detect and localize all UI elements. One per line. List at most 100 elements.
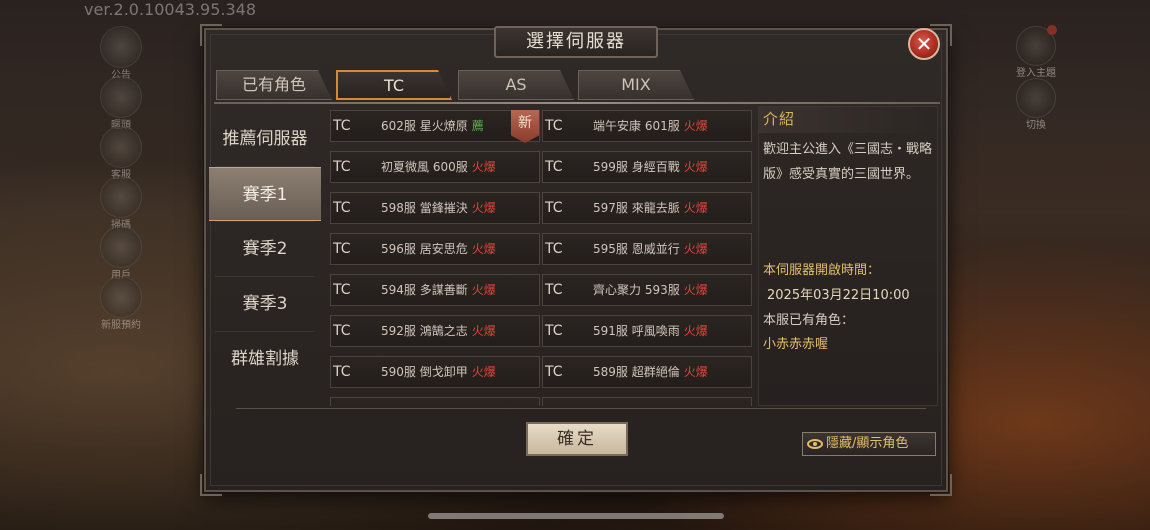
server-status-tag: 火爆 bbox=[683, 242, 708, 256]
server-status-tag: 火爆 bbox=[683, 119, 708, 133]
dialog-title: 選擇伺服器 bbox=[494, 26, 658, 58]
server-name-wrap: 590服 倒戈卸甲 火爆 bbox=[381, 357, 496, 387]
server-region: TC bbox=[333, 200, 351, 216]
category-item[interactable]: 推薦伺服器 bbox=[209, 112, 321, 166]
server-item[interactable]: TC 594服 多謀善斷 火爆 bbox=[330, 274, 540, 306]
server-status-tag: 火爆 bbox=[683, 324, 708, 338]
toggle-role-button[interactable]: 隱藏/顯示角色 bbox=[802, 432, 936, 456]
server-name: 594服 多謀善斷 bbox=[381, 283, 468, 297]
server-name: 595服 恩威並行 bbox=[593, 242, 680, 256]
profile-icon[interactable]: 暱頭 bbox=[100, 76, 142, 131]
service-icon[interactable]: 客服 bbox=[100, 126, 142, 181]
theme-icon[interactable]: 登入主題 bbox=[1016, 25, 1057, 79]
server-status-tag: 火爆 bbox=[683, 201, 708, 215]
server-item[interactable]: TC 596服 居安思危 火爆 bbox=[330, 233, 540, 265]
server-item[interactable]: TC 598服 當鋒摧決 火爆 bbox=[330, 192, 540, 224]
server-region: TC bbox=[333, 282, 351, 298]
confirm-button[interactable]: 確定 bbox=[526, 422, 628, 456]
server-region: TC bbox=[545, 241, 563, 257]
server-region: TC bbox=[545, 364, 563, 380]
server-region: TC bbox=[333, 159, 351, 175]
server-name-wrap: 595服 恩威並行 火爆 bbox=[593, 234, 708, 264]
server-name: 592服 鴻鵠之志 bbox=[381, 324, 468, 338]
server-item[interactable]: TC 590服 倒戈卸甲 火爆 bbox=[330, 356, 540, 388]
tab-as[interactable]: AS bbox=[458, 70, 574, 100]
server-name-wrap: 端午安康 601服 火爆 bbox=[593, 111, 708, 141]
server-name: 齊心聚力 593服 bbox=[593, 283, 680, 297]
server-name: 591服 呼風喚雨 bbox=[593, 324, 680, 338]
scan-icon[interactable]: 掃碼 bbox=[100, 176, 142, 231]
server-select-dialog: 選擇伺服器 ✕ 已有角色 TC AS MIX 推薦伺服器 賽季1 賽季2 賽季3 群雄割據 T… bbox=[200, 24, 952, 496]
server-status-tag: 火爆 bbox=[471, 242, 496, 256]
home-indicator[interactable] bbox=[428, 513, 724, 519]
server-name-wrap: 初夏微風 600服 火爆 bbox=[381, 152, 496, 182]
new-server-icon[interactable]: 新服預約 bbox=[100, 276, 142, 331]
server-item[interactable]: TC 599服 身經百戰 火爆 bbox=[542, 151, 752, 183]
intro-text: 歡迎主公進入《三國志・戰略版》感受真實的三國世界。 bbox=[763, 142, 933, 182]
server-region: TC bbox=[545, 159, 563, 175]
server-name-wrap: 602服 星火燎原薦 bbox=[381, 111, 484, 141]
server-name-wrap: 591服 呼風喚雨 火爆 bbox=[593, 316, 708, 346]
eye-icon bbox=[807, 438, 823, 449]
server-status-tag: 火爆 bbox=[471, 283, 496, 297]
intro-heading: 介紹 bbox=[759, 107, 937, 133]
category-item[interactable]: 賽季1 bbox=[209, 167, 321, 221]
server-status-tag: 火爆 bbox=[683, 160, 708, 174]
server-item[interactable]: TC 初夏微風 600服 火爆 bbox=[330, 151, 540, 183]
server-item[interactable]: TC 591服 呼風喚雨 火爆 bbox=[542, 315, 752, 347]
server-name-wrap: 596服 居安思危 火爆 bbox=[381, 234, 496, 264]
server-item[interactable]: TC 589服 超群絕倫 火爆 bbox=[542, 356, 752, 388]
server-status-tag: 火爆 bbox=[683, 365, 708, 379]
server-status-tag: 火爆 bbox=[471, 201, 496, 215]
frame-corner bbox=[200, 24, 222, 46]
own-role-label: 本服已有角色： bbox=[763, 313, 855, 328]
server-name-wrap: 592服 鴻鵠之志 火爆 bbox=[381, 316, 496, 346]
server-status-tag: 火爆 bbox=[471, 324, 496, 338]
server-name: 598服 當鋒摧決 bbox=[381, 201, 468, 215]
server-item[interactable] bbox=[542, 397, 752, 406]
server-name: 端午安康 601服 bbox=[593, 119, 680, 133]
user-icon[interactable]: 用戶 bbox=[100, 226, 142, 281]
server-item[interactable]: TC 端午安康 601服 火爆 bbox=[542, 110, 752, 142]
server-region: TC bbox=[545, 118, 563, 134]
server-region: TC bbox=[333, 241, 351, 257]
tab-mix[interactable]: MIX bbox=[578, 70, 694, 100]
category-item[interactable]: 賽季2 bbox=[209, 222, 321, 276]
server-item[interactable]: TC 602服 星火燎原薦新 bbox=[330, 110, 540, 143]
server-region: TC bbox=[333, 323, 351, 339]
server-region: TC bbox=[545, 200, 563, 216]
version-label: ver.2.0.10043.95.348 bbox=[84, 0, 257, 19]
server-name-wrap: 598服 當鋒摧決 火爆 bbox=[381, 193, 496, 223]
server-name-wrap: 594服 多謀善斷 火爆 bbox=[381, 275, 496, 305]
category-item[interactable]: 群雄割據 bbox=[209, 332, 321, 386]
server-status-tag: 火爆 bbox=[683, 283, 708, 297]
announce-icon[interactable]: 公告 bbox=[100, 26, 142, 81]
toggle-role-label: 隱藏/顯示角色 bbox=[826, 436, 909, 451]
server-status-tag: 火爆 bbox=[471, 365, 496, 379]
server-name: 590服 倒戈卸甲 bbox=[381, 365, 468, 379]
notification-dot bbox=[1047, 25, 1057, 35]
server-name-wrap bbox=[593, 398, 597, 406]
server-item[interactable]: TC 齊心聚力 593服 火爆 bbox=[542, 274, 752, 306]
server-status-tag: 薦 bbox=[471, 119, 484, 133]
server-item[interactable] bbox=[330, 397, 540, 406]
own-role-name: 小赤赤赤喔 bbox=[763, 337, 829, 352]
server-item[interactable]: TC 592服 鴻鵠之志 火爆 bbox=[330, 315, 540, 347]
category-item[interactable]: 賽季3 bbox=[209, 277, 321, 331]
close-button[interactable]: ✕ bbox=[908, 28, 940, 60]
server-name-wrap bbox=[381, 398, 385, 406]
side-icon-label: 新服預約 bbox=[101, 320, 141, 331]
server-region: TC bbox=[545, 282, 563, 298]
right-icon-label: 登入主題 bbox=[1016, 68, 1056, 79]
server-list[interactable]: TC 602服 星火燎原薦新 TC 端午安康 601服 火爆 TC 初夏微風 600服 火爆 T… bbox=[330, 110, 754, 406]
server-item[interactable]: TC 595服 恩威並行 火爆 bbox=[542, 233, 752, 265]
tab-tc[interactable]: TC bbox=[336, 70, 452, 100]
server-name: 589服 超群絕倫 bbox=[593, 365, 680, 379]
tab-已有角色[interactable]: 已有角色 bbox=[216, 70, 332, 100]
view-2d3d-icon[interactable]: 切換 bbox=[1016, 78, 1056, 131]
server-region: TC bbox=[545, 323, 563, 339]
server-item[interactable]: TC 597服 來龍去脈 火爆 bbox=[542, 192, 752, 224]
server-name: 596服 居安思危 bbox=[381, 242, 468, 256]
server-status-tag: 火爆 bbox=[471, 160, 496, 174]
server-region: TC bbox=[333, 364, 351, 380]
